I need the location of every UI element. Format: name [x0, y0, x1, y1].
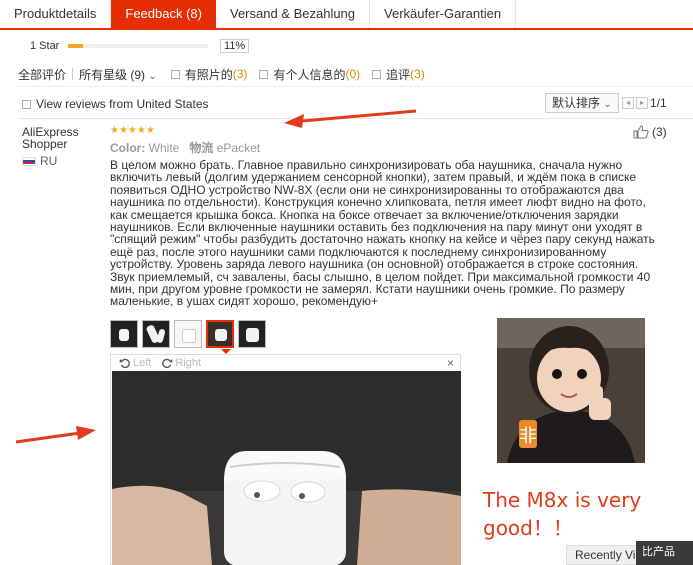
filter-stars-dropdown[interactable]: 所有星级 (9) ⌄ [79, 66, 157, 83]
rotate-right-label[interactable]: Right [175, 357, 201, 369]
shipping-value: ePacket [216, 141, 261, 155]
filter-bar: 全部评价 所有星级 (9) ⌄ 有照片的 (3) 有个人信息的 (0) 追评 (… [18, 63, 693, 85]
compare-products-button[interactable]: 比产品 [636, 541, 693, 565]
filter-with-photos-label: 有照片的 [184, 67, 233, 82]
photo-viewer-toolbar: Left Right × [111, 355, 460, 371]
review-photo-thumbnail[interactable] [142, 320, 170, 348]
rating-percent: 11% [220, 39, 250, 53]
rating-label: 1 Star [30, 40, 60, 52]
color-value: White [148, 141, 180, 155]
tab-product-details[interactable]: Produktdetails [0, 0, 112, 28]
reviewer-country: RU [22, 154, 102, 168]
tab-seller-guarantees[interactable]: Verkäufer-Garantien [370, 0, 517, 28]
rating-bar [68, 44, 208, 48]
shipping-label: 物流 [189, 141, 214, 155]
filter-with-photos-count: (3) [232, 67, 248, 81]
filter-all[interactable]: 全部评价 [18, 66, 66, 83]
reviewer-name-line2: Shopper [22, 137, 68, 151]
child-thumbs-up-image: 非 [497, 318, 645, 463]
checkbox[interactable] [372, 69, 382, 79]
checkbox[interactable] [170, 69, 180, 79]
airpods-case-photo [112, 371, 461, 565]
prev-page-button[interactable]: ◂ [622, 97, 634, 109]
photo-viewer: Left Right × [110, 354, 461, 565]
russia-flag-icon [22, 156, 36, 166]
svg-text:非: 非 [519, 426, 537, 447]
recently-viewed-button[interactable]: Recently Viewed [566, 545, 646, 565]
review-meta: Color: White 物流 ePacket [110, 139, 665, 156]
review-stars: ★★★★★ [110, 125, 155, 136]
tab-feedback[interactable]: Feedback (8) [111, 0, 216, 28]
rotate-left-icon[interactable] [119, 357, 131, 369]
review-text: В целом можно брать. Главное правильно с… [110, 158, 655, 309]
rotate-left-label[interactable]: Left [133, 357, 151, 369]
filter-stars-count: (9) [130, 67, 146, 82]
filter-with-photos[interactable]: 有照片的 (3) [170, 66, 248, 83]
review-photo-thumbnails [110, 320, 270, 348]
review-photo-large [112, 371, 461, 565]
reaction-image: 非 [497, 318, 645, 463]
us-reviews-label[interactable]: View reviews from United States [36, 97, 209, 111]
rating-row-1-star: 1 Star 11% [30, 38, 250, 54]
review-photo-thumbnail-selected[interactable] [206, 320, 234, 348]
page-indicator: 1/1 [650, 96, 667, 110]
caption-line1: The M8x is very [483, 488, 642, 512]
filter-personal-info-label: 有个人信息的 [273, 67, 346, 82]
tab-bar: Produktdetails Feedback (8) Versand & Be… [0, 0, 693, 30]
filter-personal-info-count: (0) [345, 67, 361, 81]
review-content: ★★★★★ Color: White 物流 ePacket В целом мо… [110, 126, 665, 308]
review-photo-thumbnail[interactable] [110, 320, 138, 348]
annotation-caption: The M8x is very good！！ [483, 486, 683, 542]
sort-label: 默认排序 [552, 96, 601, 110]
divider [72, 68, 74, 80]
filter-personal-info[interactable]: 有个人信息的 (0) [259, 66, 360, 83]
chevron-down-icon: ⌄ [148, 70, 157, 82]
tab-shipping-payment[interactable]: Versand & Bezahlung [215, 0, 371, 28]
rotate-right-icon[interactable] [161, 357, 173, 369]
color-label: Color: [110, 141, 146, 155]
us-reviews-checkbox[interactable] [22, 99, 31, 109]
filter-followup-label: 追评 [386, 67, 411, 82]
chevron-down-icon: ⌄ [603, 99, 612, 110]
country-code: RU [40, 154, 58, 168]
checkbox[interactable] [259, 69, 269, 79]
sort-dropdown[interactable]: 默认排序 ⌄ [545, 93, 619, 113]
rating-bar-fill [68, 44, 84, 48]
filter-followup[interactable]: 追评 (3) [372, 66, 425, 83]
filter-stars-label: 所有星级 [79, 67, 128, 82]
review-photo-thumbnail[interactable] [238, 320, 266, 348]
caption-line2: good！！ [483, 516, 573, 540]
reviewer-info: AliExpress Shopper RU [22, 126, 102, 168]
next-page-button[interactable]: ▸ [636, 97, 648, 109]
divider [18, 86, 693, 87]
filter-followup-count: (3) [410, 67, 425, 81]
review-photo-thumbnail[interactable] [174, 320, 202, 348]
close-icon[interactable]: × [447, 356, 454, 370]
pagination: ◂ ▸ 1/1 [622, 96, 667, 110]
annotation-arrow-icon [15, 426, 96, 444]
